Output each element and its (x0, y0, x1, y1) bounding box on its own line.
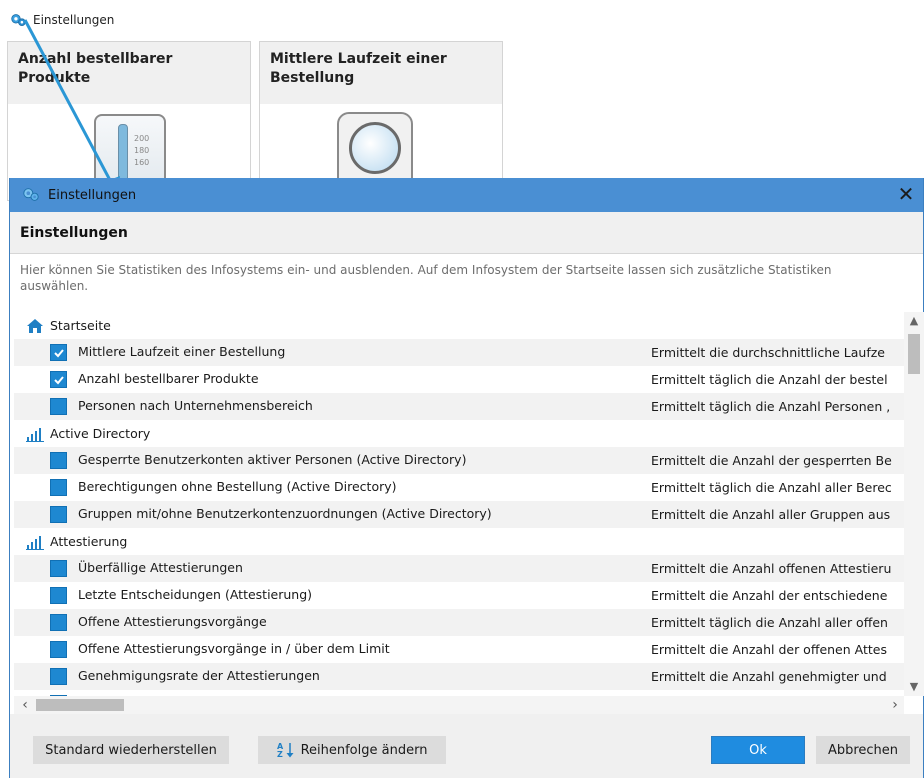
item-description: Ermittelt die durchschnittliche Laufze (651, 345, 886, 360)
checkbox-checked[interactable] (50, 344, 67, 361)
dialog-footer: Standard wiederherstellen A Z Reihenfolg… (10, 714, 923, 778)
item-label: Letzte Entscheidungen (Attestierung) (78, 587, 313, 602)
close-icon[interactable]: ✕ (895, 183, 917, 205)
item-description: Ermittelt die Anzahl der offenen Attes (651, 642, 887, 657)
dialog-titlebar[interactable]: Einstellungen ✕ (10, 178, 923, 212)
item-description: Ermittelt die Anzahl der entschiedene (651, 588, 888, 603)
item-label: Personen nach Unternehmensbereich (78, 398, 313, 413)
item-label: Gruppen mit/ohne Benutzerkontenzuordnung… (78, 506, 492, 521)
group-label: Startseite (50, 318, 111, 333)
tile-title: Mittlere Laufzeit einer Bestellung (270, 51, 447, 86)
item-description: Ermittelt täglich die Anzahl Personen , (651, 399, 891, 414)
dialog-title: Einstellungen (48, 187, 137, 203)
item-label: Berechtigungen ohne Bestellung (Active D… (78, 479, 397, 494)
tile-anzahl-bestellbarer-produkte[interactable]: Anzahl bestellbarer Produkte 200 180 160 (7, 41, 251, 204)
change-order-button[interactable]: A Z Reihenfolge ändern (258, 736, 446, 764)
group-header-attestierung[interactable]: Attestierung (14, 528, 904, 555)
list-item[interactable]: Berechtigungen ohne Bestellung (Active D… (14, 474, 904, 501)
dialog-description: Hier können Sie Statistiken des Infosyst… (20, 263, 832, 293)
restore-defaults-button[interactable]: Standard wiederherstellen (33, 736, 229, 764)
checkbox-unchecked[interactable] (50, 614, 67, 631)
list-item[interactable]: Offene Attestierungsvorgänge Ermittelt tä… (14, 609, 904, 636)
item-description: Ermittelt die Anzahl offenen Attestieru (651, 561, 892, 576)
item-description: Ermittelt täglich die Anzahl der bestel (651, 372, 888, 387)
statistics-list[interactable]: Startseite Mittlere Laufzeit einer Bestel… (14, 312, 904, 696)
group-label: Active Directory (50, 426, 151, 441)
item-description: Ermittelt täglich die Anzahl aller offen (651, 615, 888, 630)
cancel-button[interactable]: Abbrechen (816, 736, 910, 764)
scroll-left-icon[interactable]: ‹ (16, 696, 34, 714)
item-label: Offene Attestierungsvorgänge in / über d… (78, 641, 390, 656)
vertical-scroll-thumb[interactable] (908, 334, 920, 374)
item-label: Mittlere Laufzeit einer Bestellung (78, 344, 286, 359)
list-item[interactable]: Genehmigungsrate der Attestierungen Ermit… (14, 663, 904, 690)
scale-label: 160 (134, 158, 150, 167)
group-label: Attestierung (50, 534, 128, 549)
scroll-up-icon[interactable]: ▲ (904, 312, 924, 330)
checkbox-unchecked[interactable] (50, 560, 67, 577)
checkbox-unchecked[interactable] (50, 641, 67, 658)
list-item[interactable]: Letzte Entscheidungen (Attestierung) Ermi… (14, 582, 904, 609)
settings-gear-icon (11, 13, 26, 26)
dialog-heading: Einstellungen (20, 225, 128, 241)
svg-text:Z: Z (277, 750, 283, 758)
list-item[interactable]: Mittlere Laufzeit einer Bestellung Ermitt… (14, 339, 904, 366)
list-item[interactable]: Gruppen mit/ohne Benutzerkontenzuordnung… (14, 501, 904, 528)
list-item[interactable]: Anzahl bestellbarer Produkte Ermittelt tä… (14, 366, 904, 393)
item-label: Überfällige Attestierungen (78, 560, 243, 575)
list-item[interactable]: Überfällige Attestierungen Ermittelt die … (14, 555, 904, 582)
item-description: Ermittelt die Anzahl aller Gruppen aus (651, 507, 891, 522)
checkbox-unchecked[interactable] (50, 668, 67, 685)
checkbox-unchecked[interactable] (50, 479, 67, 496)
item-label: Genehmigungsrate der Attestierungen (78, 668, 320, 683)
ok-button[interactable]: Ok (711, 736, 805, 764)
item-description: Ermittelt täglich die Anzahl aller Berec (651, 480, 892, 495)
list-item[interactable]: Gesperrte Benutzerkonten aktiver Persone… (14, 447, 904, 474)
background-header: Einstellungen (10, 9, 114, 31)
settings-dialog: Einstellungen ✕ Einstellungen Hier könne… (9, 178, 924, 778)
checkbox-unchecked[interactable] (50, 452, 67, 469)
list-item[interactable]: Offene Attestierungsvorgänge in / über d… (14, 636, 904, 663)
horizontal-scroll-thumb[interactable] (36, 699, 124, 711)
checkbox-unchecked[interactable] (50, 587, 67, 604)
change-order-label: Reihenfolge ändern (300, 742, 428, 758)
horizontal-scrollbar[interactable]: ‹ › (14, 696, 904, 714)
scroll-right-icon[interactable]: › (886, 696, 904, 714)
item-label: Gesperrte Benutzerkonten aktiver Persone… (78, 452, 467, 467)
item-description: Ermittelt die Anzahl der gesperrten Be (651, 453, 892, 468)
item-label: Offene Attestierungsvorgänge (78, 614, 267, 629)
settings-gear-icon (23, 188, 39, 201)
tile-title: Anzahl bestellbarer Produkte (18, 51, 173, 86)
group-header-startseite[interactable]: Startseite (14, 312, 904, 339)
item-label: Anzahl bestellbarer Produkte (78, 371, 259, 386)
checkbox-unchecked[interactable] (50, 398, 67, 415)
background-header-title: Einstellungen (33, 13, 115, 27)
checkbox-unchecked[interactable] (50, 506, 67, 523)
bar-chart-icon (26, 534, 44, 550)
item-description: Ermittelt die Anzahl genehmigter und (651, 669, 887, 684)
dialog-header: Einstellungen (10, 212, 923, 254)
tile-mittlere-laufzeit[interactable]: Mittlere Laufzeit einer Bestellung (259, 41, 503, 201)
scale-label: 180 (134, 146, 150, 155)
gauge-disc (349, 122, 401, 174)
bar-chart-icon (26, 426, 44, 442)
vertical-scrollbar[interactable]: ▲ ▼ (904, 312, 924, 696)
group-header-active-directory[interactable]: Active Directory (14, 420, 904, 447)
list-item[interactable]: Personen nach Unternehmensbereich Ermitte… (14, 393, 904, 420)
home-icon (26, 318, 44, 334)
sort-az-icon: A Z (277, 742, 294, 758)
scale-label: 200 (134, 134, 150, 143)
scroll-down-icon[interactable]: ▼ (904, 678, 924, 696)
checkbox-checked[interactable] (50, 371, 67, 388)
